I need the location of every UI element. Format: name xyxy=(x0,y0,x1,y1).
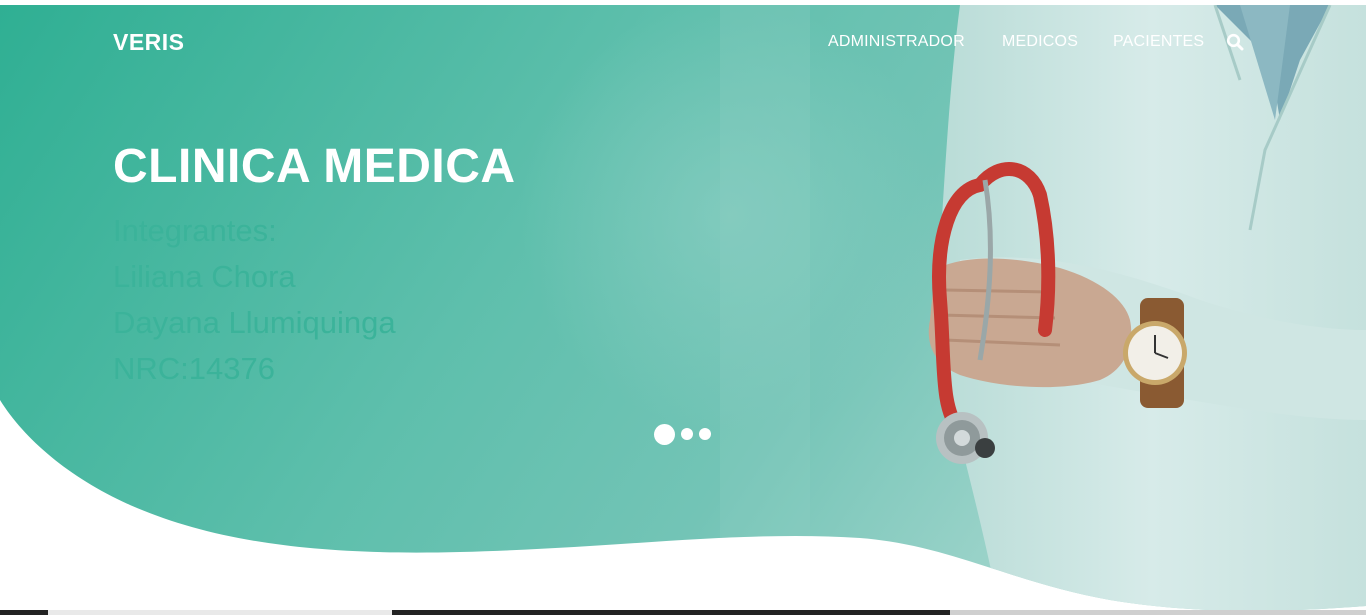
hero-line-nrc: NRC:14376 xyxy=(113,351,275,386)
hero-title: CLINICA MEDICA xyxy=(113,140,516,193)
carousel-dot-1[interactable] xyxy=(654,423,675,445)
search-icon[interactable] xyxy=(1226,33,1246,53)
hero-content: CLINICA MEDICA Integrantes: Liliana Chor… xyxy=(113,138,516,392)
nav-item-medicos[interactable]: MEDICOS xyxy=(1002,33,1078,51)
carousel-dot-2[interactable] xyxy=(681,428,693,440)
top-border xyxy=(0,0,1366,5)
carousel-dot-3[interactable] xyxy=(699,428,711,440)
bottom-strip xyxy=(0,610,1366,615)
bottom-strip-segment xyxy=(48,610,392,615)
nav-item-administrador[interactable]: ADMINISTRADOR xyxy=(828,33,965,51)
nav-item-pacientes[interactable]: PACIENTES xyxy=(1113,33,1204,51)
carousel-indicators xyxy=(654,423,711,445)
hero-line-member-1: Liliana Chora xyxy=(113,259,296,294)
navbar: VERIS ADMINISTRADOR MEDICOS PACIENTES xyxy=(0,22,1366,62)
hero-description: Integrantes: Liliana Chora Dayana Llumiq… xyxy=(113,208,516,392)
page: VERIS ADMINISTRADOR MEDICOS PACIENTES CL… xyxy=(0,0,1366,615)
bottom-strip-segment xyxy=(0,610,48,615)
bottom-strip-segment xyxy=(392,610,950,615)
brand-logo[interactable]: VERIS xyxy=(113,29,185,56)
hero-line-member-2: Dayana Llumiquinga xyxy=(113,305,396,340)
hero-line-integrantes: Integrantes: xyxy=(113,213,277,248)
bottom-strip-segment xyxy=(950,610,1366,615)
